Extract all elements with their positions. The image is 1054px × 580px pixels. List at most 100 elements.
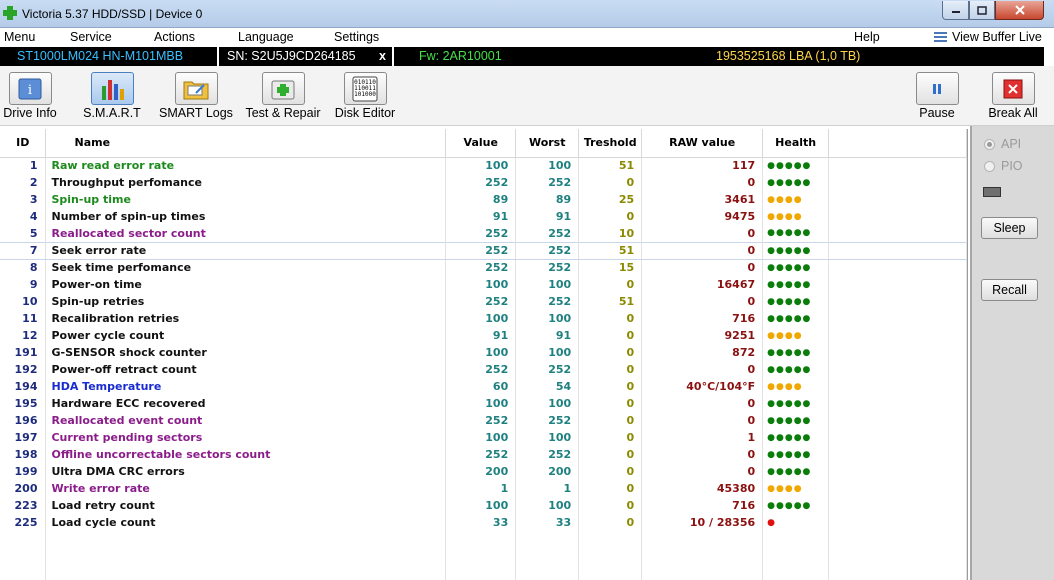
view-buffer-live-toggle[interactable]: View Buffer Live: [934, 30, 1042, 44]
cell-health: ●●●●●: [762, 276, 830, 293]
menu-item-settings[interactable]: Settings: [334, 30, 379, 44]
cell-raw-value: 716: [641, 497, 764, 514]
cell-empty: [0, 531, 47, 548]
menu-item-help[interactable]: Help: [854, 30, 880, 44]
smart-logs-label: SMART Logs: [159, 106, 233, 120]
maximize-button[interactable]: [969, 1, 995, 20]
drive-info-button[interactable]: i Drive Info: [0, 72, 60, 120]
cell-health: ●●●●●: [762, 429, 830, 446]
table-row[interactable]: 3 Spin-up time 89 89 25 3461 ●●●●: [0, 191, 967, 208]
table-row[interactable]: 199 Ultra DMA CRC errors 200 200 0 0 ●●●●●: [0, 463, 967, 480]
cell-raw-value: 9475: [641, 208, 764, 225]
table-row[interactable]: 191 G-SENSOR shock counter 100 100 0 872 ●●●●●: [0, 344, 967, 361]
column-header-id[interactable]: ID: [0, 129, 47, 158]
cell-threshold: 0: [578, 429, 643, 446]
cell-id: 12: [0, 327, 47, 344]
table-row[interactable]: 196 Reallocated event count 252 252 0 0 ●●●●●: [0, 412, 967, 429]
cell-health: ●●●●●: [762, 446, 830, 463]
cell-id: 194: [0, 378, 47, 395]
cell-empty: [762, 565, 830, 580]
table-row[interactable]: 5 Reallocated sector count 252 252 10 0 ●●●●●: [0, 225, 967, 242]
column-header-raw-value[interactable]: RAW value: [641, 129, 764, 158]
menu-bar: Menu Service Actions Language Settings H…: [0, 28, 1054, 47]
cell-empty: [828, 531, 967, 548]
smart-logs-button[interactable]: SMART Logs: [158, 72, 234, 120]
cell-empty: [828, 293, 967, 310]
cell-worst: 100: [515, 429, 580, 446]
cell-worst: 54: [515, 378, 580, 395]
green-cross-icon: [3, 6, 17, 20]
pio-radio-indicator: [984, 160, 995, 172]
table-row[interactable]: 192 Power-off retract count 252 252 0 0 ●●●●●: [0, 361, 967, 378]
menu-item-language[interactable]: Language: [238, 30, 294, 44]
cell-empty: [641, 548, 764, 565]
column-header-name[interactable]: Name: [45, 129, 447, 158]
table-row[interactable]: 11 Recalibration retries 100 100 0 716 ●●●●●: [0, 310, 967, 327]
table-row[interactable]: 197 Current pending sectors 100 100 0 1 ●●●●●: [0, 429, 967, 446]
device-info-bar: ST1000LM024 HN-M101MBB SN: S2U5J9CD26418…: [0, 47, 1044, 66]
cell-health: ●●●●: [762, 208, 830, 225]
cell-threshold: 0: [578, 463, 643, 480]
cell-worst: 100: [515, 344, 580, 361]
disk-editor-button[interactable]: 010110 110011 101000 Disk Editor: [334, 72, 396, 120]
table-row[interactable]: 198 Offline uncorrectable sectors count 25…: [0, 446, 967, 463]
table-row[interactable]: 1 Raw read error rate 100 100 51 117 ●●●●●: [0, 157, 967, 174]
cell-raw-value: 0: [641, 259, 764, 276]
menu-item-actions[interactable]: Actions: [154, 30, 195, 44]
sleep-button[interactable]: Sleep: [981, 217, 1038, 239]
table-row[interactable]: 194 HDA Temperature 60 54 0 40°C/104°F ●●●●: [0, 378, 967, 395]
cell-raw-value: 0: [641, 293, 764, 310]
cell-name: Write error rate: [45, 480, 447, 497]
table-row[interactable]: 2 Throughput perfomance 252 252 0 0 ●●●●●: [0, 174, 967, 191]
table-row[interactable]: 225 Load cycle count 33 33 0 10 / 28356 ●: [0, 514, 967, 531]
cell-worst: 100: [515, 157, 580, 174]
smart-table-panel: ID Name Value Worst Treshold RAW value H…: [0, 129, 968, 580]
cell-worst: 91: [515, 208, 580, 225]
cell-raw-value: 45380: [641, 480, 764, 497]
device-close-button[interactable]: x: [379, 49, 386, 63]
table-row[interactable]: 12 Power cycle count 91 91 0 9251 ●●●●: [0, 327, 967, 344]
table-row[interactable]: 8 Seek time perfomance 252 252 15 0 ●●●●●: [0, 259, 967, 276]
test-repair-button[interactable]: Test & Repair: [244, 72, 322, 120]
cell-empty: [762, 531, 830, 548]
close-button[interactable]: [995, 1, 1044, 20]
cell-health: ●●●●●: [762, 310, 830, 327]
cell-name: HDA Temperature: [45, 378, 447, 395]
table-row[interactable]: 200 Write error rate 1 1 0 45380 ●●●●: [0, 480, 967, 497]
cell-empty: [828, 565, 967, 580]
column-header-worst[interactable]: Worst: [515, 129, 580, 158]
cell-worst: 252: [515, 241, 580, 260]
table-row[interactable]: 10 Spin-up retries 252 252 51 0 ●●●●●: [0, 293, 967, 310]
drive-info-icon: i: [8, 72, 52, 105]
break-all-button[interactable]: Break All: [986, 72, 1040, 120]
cell-threshold: 0: [578, 276, 643, 293]
cell-raw-value: 872: [641, 344, 764, 361]
cell-threshold: 25: [578, 191, 643, 208]
smart-button[interactable]: S.M.A.R.T: [78, 72, 146, 120]
cell-empty: [515, 565, 580, 580]
cell-empty: [828, 361, 967, 378]
cell-empty: [828, 446, 967, 463]
pio-radio[interactable]: PIO: [984, 159, 1023, 173]
cell-worst: 252: [515, 174, 580, 191]
table-row[interactable]: 7 Seek error rate 252 252 51 0 ●●●●●: [0, 241, 967, 260]
table-row[interactable]: 9 Power-on time 100 100 0 16467 ●●●●●: [0, 276, 967, 293]
column-header-health[interactable]: Health: [762, 129, 830, 158]
recall-button[interactable]: Recall: [981, 279, 1038, 301]
column-header-value[interactable]: Value: [445, 129, 517, 158]
table-row[interactable]: 195 Hardware ECC recovered 100 100 0 0 ●●●●●: [0, 395, 967, 412]
menu-item-service[interactable]: Service: [70, 30, 112, 44]
minimize-button[interactable]: [942, 1, 969, 20]
pause-button[interactable]: Pause: [914, 72, 960, 120]
smart-chart-icon: [90, 72, 134, 105]
column-header-threshold[interactable]: Treshold: [578, 129, 643, 158]
table-row[interactable]: 223 Load retry count 100 100 0 716 ●●●●●: [0, 497, 967, 514]
cell-empty: [762, 548, 830, 565]
api-radio[interactable]: API: [984, 137, 1021, 151]
cell-empty: [828, 241, 967, 260]
table-row[interactable]: 4 Number of spin-up times 91 91 0 9475 ●●●●: [0, 208, 967, 225]
cell-health: ●●●●●: [762, 395, 830, 412]
menu-item-menu[interactable]: Menu: [4, 30, 35, 44]
cell-value: 33: [445, 514, 517, 531]
cell-health: ●●●●●: [762, 412, 830, 429]
